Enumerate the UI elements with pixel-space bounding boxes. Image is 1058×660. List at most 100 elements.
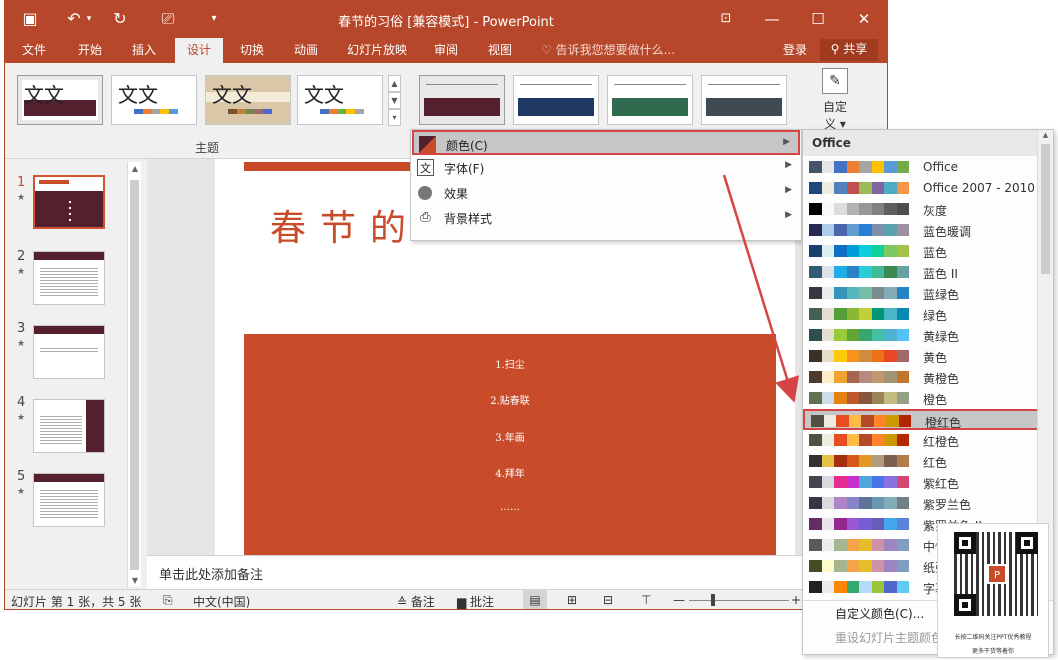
color-scheme-item[interactable]: 灰度	[803, 199, 1039, 220]
theme-thumb[interactable]: 文文	[17, 75, 103, 125]
thumbnails-scrollbar[interactable]: ▲ ▼	[127, 162, 141, 587]
tab-review[interactable]: 审阅	[425, 38, 467, 63]
tab-file[interactable]: 文件	[13, 38, 55, 63]
tab-insert[interactable]: 插入	[123, 38, 165, 63]
tab-transitions[interactable]: 切换	[231, 38, 273, 63]
color-swatch	[809, 287, 822, 299]
slide-thumbnail[interactable]	[33, 251, 105, 305]
variant-thumb[interactable]	[607, 75, 693, 125]
notes-pane[interactable]: 单击此处添加备注	[147, 555, 887, 589]
theme-thumb[interactable]: 文文	[111, 75, 197, 125]
color-swatch	[834, 371, 847, 383]
color-scheme-item[interactable]: 黄绿色	[803, 325, 1039, 346]
zoom-out-button[interactable]: —	[673, 593, 685, 607]
color-scheme-name: 橙色	[923, 393, 948, 407]
color-scheme-item[interactable]: 蓝色 II	[803, 262, 1039, 283]
animation-star-icon: ★	[17, 487, 26, 497]
zoom-in-button[interactable]: +	[791, 593, 801, 607]
ribbon-display-icon[interactable]: ⊡	[711, 7, 741, 31]
color-swatches	[809, 434, 909, 446]
variant-thumb[interactable]	[513, 75, 599, 125]
color-scheme-item[interactable]: 蓝色暖调	[803, 220, 1039, 241]
color-scheme-item[interactable]: Office	[803, 157, 1039, 178]
slide-thumbnail[interactable]	[33, 473, 105, 527]
tab-slideshow[interactable]: 幻灯片放映	[341, 38, 413, 63]
theme-thumb[interactable]: 文文	[205, 75, 291, 125]
theme-scroll-up-icon[interactable]: ▲	[388, 75, 401, 92]
color-swatch	[846, 287, 859, 299]
color-scheme-item[interactable]: 蓝色	[803, 241, 1039, 262]
notes-placeholder: 单击此处添加备注	[159, 568, 264, 583]
tab-animations[interactable]: 动画	[285, 38, 327, 63]
color-swatch	[896, 371, 909, 383]
color-swatches	[809, 266, 909, 278]
slide-thumbnail[interactable]	[33, 175, 105, 229]
color-scheme-name: 黄橙色	[923, 372, 960, 386]
color-swatch	[871, 203, 884, 215]
spellcheck-icon[interactable]: ⎘	[163, 593, 173, 608]
menu-item-fonts[interactable]: 文 字体(F) ▶	[412, 155, 800, 180]
color-swatch	[859, 329, 872, 341]
theme-more-icon[interactable]: ▾	[388, 109, 401, 126]
slide-title[interactable]: 春节的	[270, 199, 420, 251]
color-swatch	[859, 287, 872, 299]
normal-view-icon[interactable]: ▤	[523, 590, 547, 609]
color-scheme-item[interactable]: 红橙色	[803, 430, 1039, 451]
zoom-slider-track[interactable]	[689, 600, 789, 601]
tell-me-search[interactable]: ♡ 告诉我您想要做什么...	[541, 38, 675, 63]
slide-thumbnail[interactable]	[33, 399, 105, 453]
notes-label: 备注	[410, 595, 435, 609]
customize-label-1: 自定	[822, 100, 847, 114]
slide-sorter-icon[interactable]: ⊞	[567, 593, 577, 607]
color-scheme-item[interactable]: 黄色	[803, 346, 1039, 367]
share-button[interactable]: ⚲ 共享	[820, 39, 878, 61]
menu-item-background[interactable]: ⎙ 背景样式 ▶	[412, 205, 800, 230]
color-scheme-item[interactable]: 紫红色	[803, 472, 1039, 493]
comments-toggle[interactable]: ▆ 批注	[457, 593, 494, 609]
scrollbar-thumb[interactable]	[130, 180, 139, 570]
slide-thumbnail[interactable]	[33, 325, 105, 379]
close-button[interactable]: ✕	[849, 7, 879, 31]
customize-colors-item[interactable]: 自定义颜色(C)...	[835, 605, 924, 622]
tab-home[interactable]: 开始	[69, 38, 111, 63]
scroll-down-icon[interactable]: ▼	[128, 576, 142, 585]
color-swatch	[809, 266, 822, 278]
color-scheme-name: 紫罗兰色	[923, 498, 972, 512]
scroll-up-icon[interactable]: ▲	[1038, 131, 1053, 139]
scroll-up-icon[interactable]: ▲	[128, 164, 142, 173]
zoom-slider-thumb[interactable]	[711, 594, 715, 606]
color-scheme-item[interactable]: 红色	[803, 451, 1039, 472]
tab-view[interactable]: 视图	[479, 38, 521, 63]
theme-scroll-down-icon[interactable]: ▼	[388, 92, 401, 109]
qr-finder	[1016, 532, 1038, 554]
color-swatch	[871, 266, 884, 278]
color-scheme-item[interactable]: 橙红色	[803, 409, 1039, 430]
color-scheme-item[interactable]: 黄橙色	[803, 367, 1039, 388]
color-scheme-item[interactable]: 蓝绿色	[803, 283, 1039, 304]
color-scheme-item[interactable]: 橙色	[803, 388, 1039, 409]
color-swatch	[859, 455, 872, 467]
color-scheme-item[interactable]: 绿色	[803, 304, 1039, 325]
customize-button[interactable]: ✎ 自定 义 ▾	[815, 66, 855, 136]
slideshow-view-icon[interactable]: ⊤	[641, 593, 651, 607]
variant-band	[518, 98, 594, 116]
variant-thumb[interactable]	[701, 75, 787, 125]
color-swatches	[809, 350, 909, 362]
color-scheme-item[interactable]: Office 2007 - 2010	[803, 178, 1039, 199]
scrollbar-thumb[interactable]	[1041, 144, 1050, 274]
reading-view-icon[interactable]: ⊟	[603, 593, 613, 607]
maximize-button[interactable]: ☐	[803, 7, 833, 31]
tab-design[interactable]: 设计	[175, 38, 223, 63]
color-scheme-item[interactable]: 紫罗兰色	[803, 493, 1039, 514]
minimize-button[interactable]: —	[757, 7, 787, 31]
language-status[interactable]: 中文(中国)	[193, 593, 250, 609]
menu-item-colors[interactable]: 颜色(C) ▶	[412, 130, 800, 155]
theme-thumb[interactable]: 文文	[297, 75, 383, 125]
bullet-item: 1.扫尘	[495, 360, 525, 371]
variant-thumb[interactable]	[419, 75, 505, 125]
menu-item-effects[interactable]: 效果 ▶	[412, 180, 800, 205]
color-swatch	[834, 392, 847, 404]
slide-content-box[interactable]: 1.扫尘 2.贴春联 3.年画 4.拜年 ……	[244, 334, 776, 555]
login-link[interactable]: 登录	[783, 38, 807, 62]
notes-toggle[interactable]: ≙ 备注	[397, 593, 435, 609]
